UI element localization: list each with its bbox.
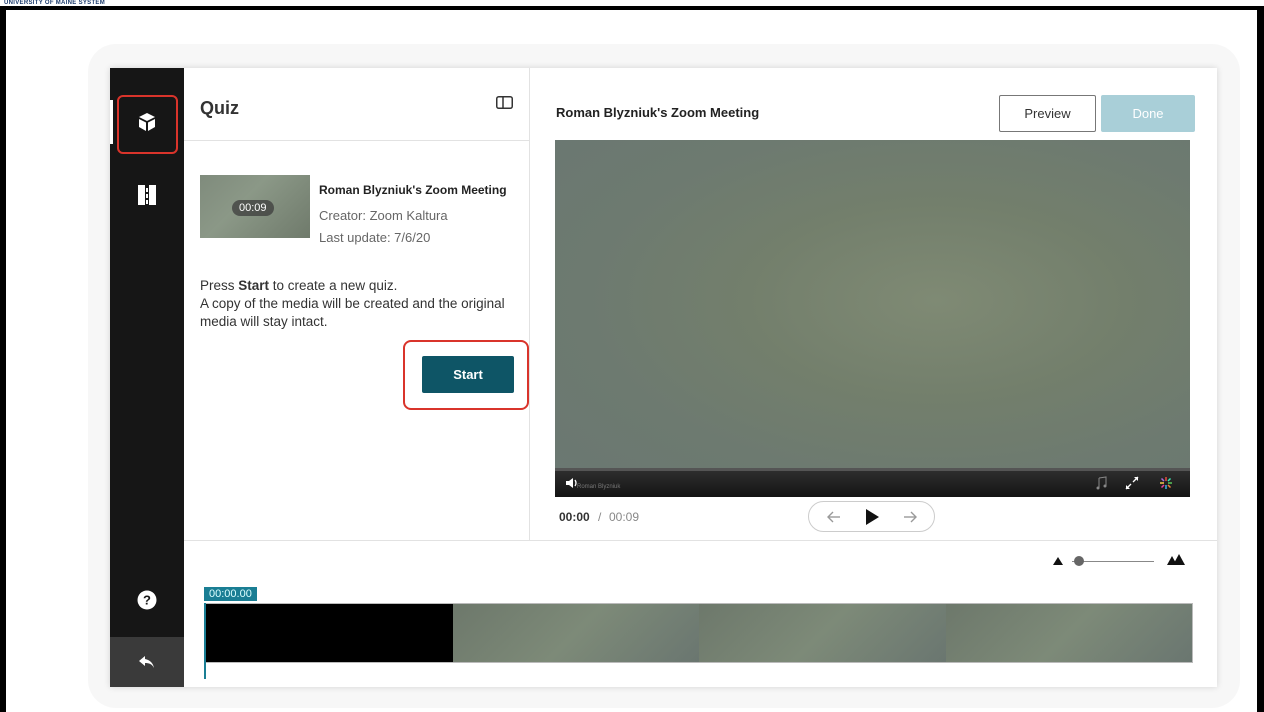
chapters-icon [138,185,156,205]
sidebar-item-help[interactable]: ? [110,578,184,622]
timeline-frame [452,604,699,662]
zoom-in-icon[interactable] [1166,554,1186,565]
help-icon: ? [137,590,157,610]
media-name: Roman Blyzniuk's Zoom Meeting [319,183,507,197]
video-control-bar: Roman Blyzniuk [555,471,1190,497]
timeline-frame [945,604,1192,662]
window-frame-left [0,6,6,712]
video-watermark: Roman Blyzniuk [577,484,621,490]
video-player[interactable]: Roman Blyzniuk [555,140,1190,497]
quiz-panel: Quiz 00:09 Roman Blyzniuk's Zoom Meeting… [184,68,530,540]
timeline-frame [699,604,946,662]
media-duration-badge: 00:09 [232,200,274,216]
fullscreen-icon[interactable] [1125,476,1139,490]
window-frame-right [1257,6,1264,712]
media-thumbnail: 00:09 [200,175,310,238]
panel-layout-icon[interactable] [496,96,513,109]
editor-app: ? Quiz 00:09 Roman Blyzniuk's Zoom Meeti… [110,68,1217,687]
zoom-slider-knob[interactable] [1074,556,1084,566]
media-creator: Creator: Zoom Kaltura [319,208,448,223]
media-last-update: Last update: 7/6/20 [319,230,431,245]
timeline-thumbnail-strip[interactable] [205,603,1193,663]
current-time: 00:00 [559,510,590,524]
instructions-prefix: Press [200,278,239,293]
quiz-instructions: Press Start to create a new quiz. A copy… [200,277,520,331]
next-arrow-icon[interactable] [901,508,919,526]
quiz-panel-title: Quiz [200,98,239,118]
done-button[interactable]: Done [1101,95,1195,132]
previous-arrow-icon[interactable] [825,508,843,526]
total-duration: 00:09 [609,510,640,524]
instructions-suffix: to create a new quiz. [269,278,398,293]
svg-text:?: ? [143,593,151,608]
preview-button[interactable]: Preview [999,95,1096,132]
quiz-highlight-annotation [117,95,178,154]
playhead-time-label: 00:00.00 [204,587,257,601]
instructions-start-bold: Start [238,278,270,293]
player-panel: Roman Blyzniuk's Zoom Meeting Preview Do… [530,68,1217,540]
zoom-slider-track[interactable] [1072,561,1154,562]
sidebar-item-chapters[interactable] [110,173,184,217]
sidebar: ? [110,68,184,687]
sidebar-item-back[interactable] [110,637,184,687]
kaltura-logo-icon[interactable] [1159,476,1173,490]
instructions-copy-note: A copy of the media will be created and … [200,296,505,329]
timeline-panel: 00:00.00 [184,540,1217,687]
video-title: Roman Blyzniuk's Zoom Meeting [556,105,760,120]
start-highlight-annotation [403,340,529,410]
play-icon[interactable] [863,508,881,526]
quiz-panel-header: Quiz [184,68,530,141]
timeline-playhead[interactable] [204,603,206,679]
window-frame-top [0,6,1264,10]
back-arrow-icon [139,656,154,668]
playback-nav [808,501,935,532]
timeline-frame [206,604,453,662]
music-note-icon[interactable] [1096,476,1108,490]
zoom-out-icon[interactable] [1053,557,1063,565]
time-separator: / [598,510,602,524]
